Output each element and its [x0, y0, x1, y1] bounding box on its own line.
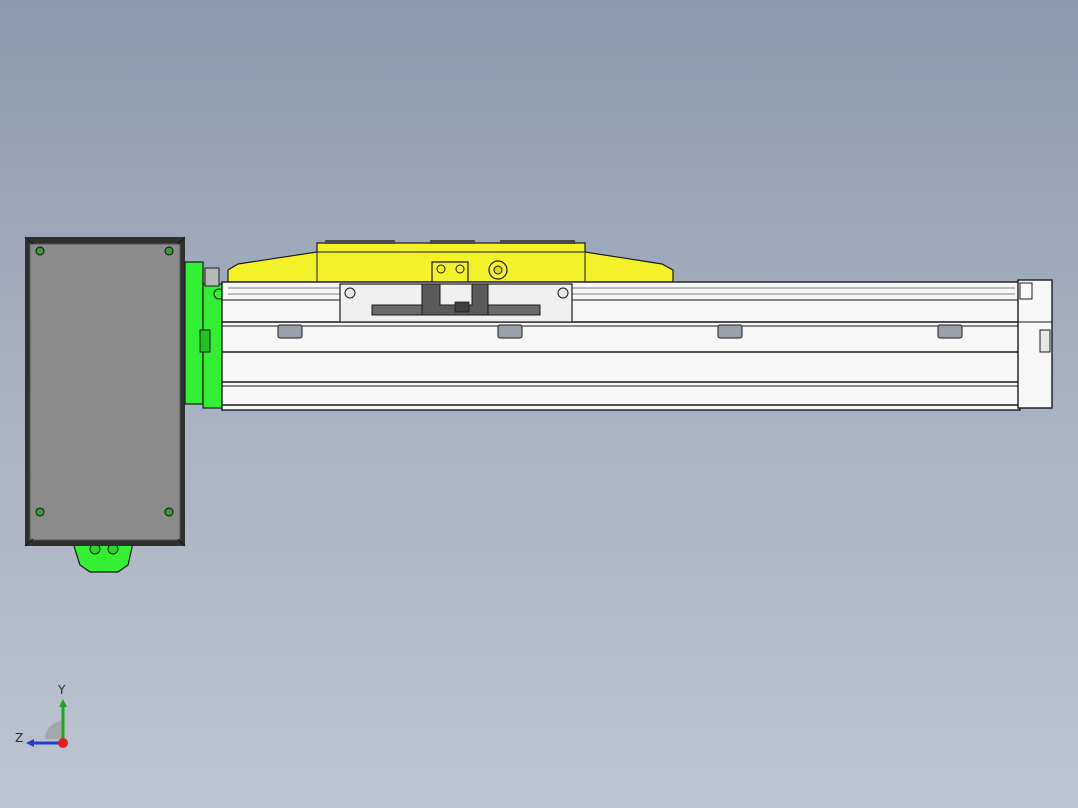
linear-actuator-model[interactable]: [0, 0, 1078, 808]
screw-icon: [455, 264, 465, 274]
screw-icon: [35, 246, 45, 256]
slot-nut: [497, 324, 523, 339]
adapter-clamp: [204, 267, 220, 287]
screw-icon: [35, 507, 45, 517]
screw-icon: [164, 246, 174, 256]
screw-icon: [436, 264, 446, 274]
x-axis-origin-icon: [58, 738, 68, 748]
slot-nut: [277, 324, 303, 339]
adapter-boss: [199, 329, 211, 353]
y-axis-label: Y: [58, 683, 66, 697]
carriage-slot: [325, 240, 395, 244]
z-axis-label: Z: [15, 731, 24, 745]
end-cap-boss: [1039, 329, 1051, 353]
motor-face: [29, 243, 181, 541]
slot-nut: [937, 324, 963, 339]
screw-icon: [164, 507, 174, 517]
slot-nut: [717, 324, 743, 339]
motor-bottom-bracket: [72, 542, 134, 573]
coordinate-triad-icon[interactable]: Y Z: [10, 683, 80, 755]
screw-icon: [557, 287, 569, 299]
carriage-slot: [500, 240, 575, 244]
screw-icon: [344, 287, 356, 299]
carriage-slot: [430, 240, 475, 244]
cad-viewport[interactable]: Y Z: [0, 0, 1078, 808]
